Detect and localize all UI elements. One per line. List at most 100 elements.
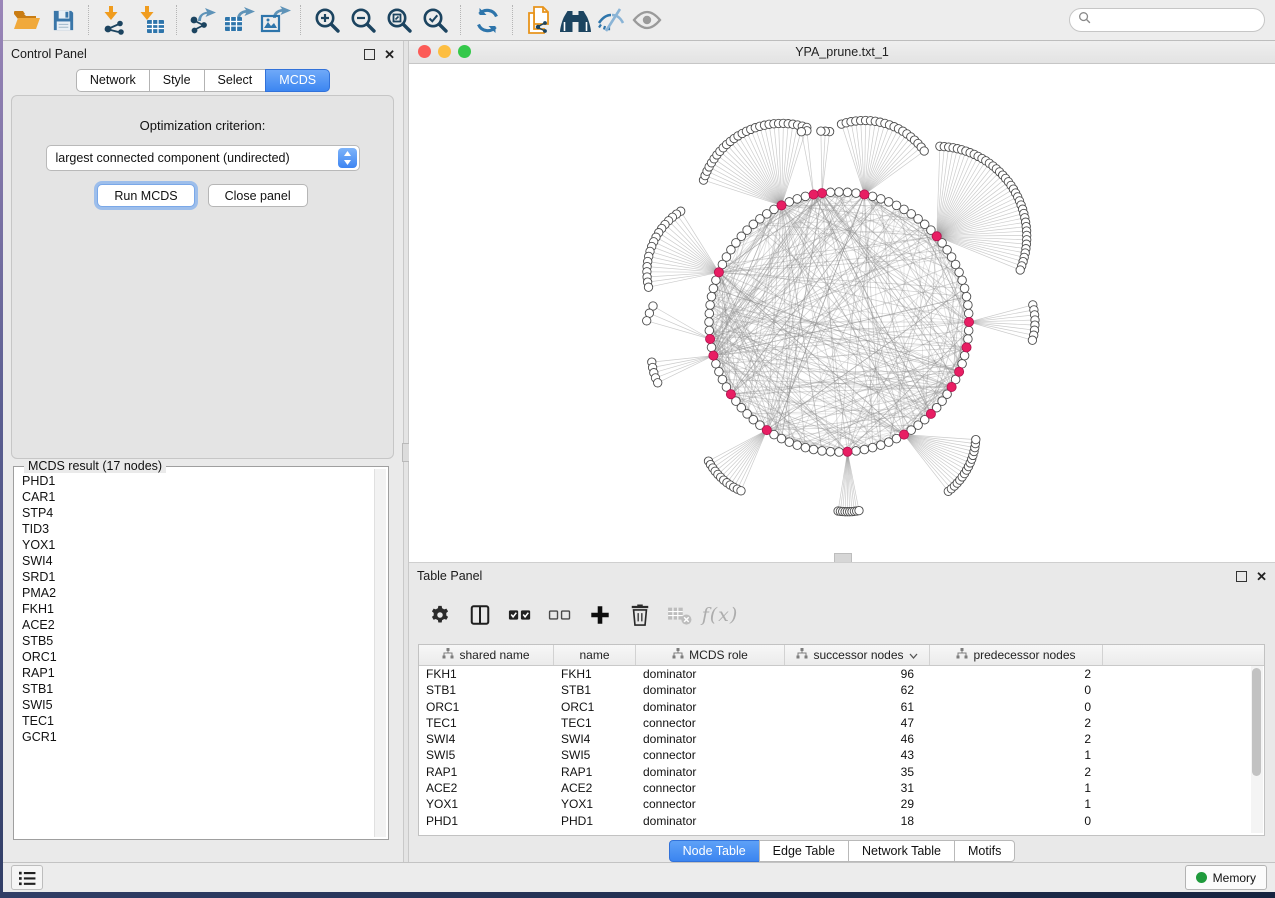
table-panel-float-icon[interactable] [1236,571,1247,582]
table-row[interactable]: FKH1FKH1dominator962 [419,666,1264,682]
table-row[interactable]: TEC1TEC1connector472 [419,715,1264,731]
mcds-result-item[interactable]: TEC1 [16,713,374,729]
mcds-result-item[interactable]: CAR1 [16,489,374,505]
mcds-result-item[interactable]: RAP1 [16,665,374,681]
mcds-result-item[interactable]: ACE2 [16,617,374,633]
tab-network-table[interactable]: Network Table [848,840,955,862]
table-row[interactable]: SWI5SWI5connector431 [419,747,1264,763]
export-table-icon[interactable] [221,3,257,37]
column-header-name[interactable]: name [554,645,636,665]
window-zoom-icon[interactable] [458,45,471,58]
cell-shared-name: STB1 [419,682,554,698]
cell-predecessor-nodes: 2 [930,731,1103,747]
refresh-icon[interactable] [469,3,505,37]
network-window-titlebar[interactable]: YPA_prune.txt_1 [409,41,1275,64]
mcds-result-item[interactable]: GCR1 [16,729,374,745]
tab-style[interactable]: Style [149,69,205,92]
tab-select[interactable]: Select [204,69,267,92]
window-close-icon[interactable] [418,45,431,58]
cell-MCDS-role: connector [636,780,785,796]
table-row[interactable]: STB1STB1dominator620 [419,682,1264,698]
search-input[interactable] [1096,12,1256,28]
cell-successor-nodes: 62 [785,682,930,698]
column-header-successor-nodes[interactable]: successor nodes [785,645,930,665]
deselect-all-icon[interactable] [547,601,573,629]
cell-name: TEC1 [554,715,636,731]
control-panel-float-icon[interactable] [364,49,375,60]
mcds-result-item[interactable]: PHD1 [16,473,374,489]
hide-eye-icon[interactable] [593,3,629,37]
window-minimize-icon[interactable] [438,45,451,58]
mcds-result-item[interactable]: STP4 [16,505,374,521]
mcds-result-list[interactable]: PHD1CAR1STP4TID3YOX1SWI4SRD1PMA2FKH1ACE2… [16,473,374,837]
table-row[interactable]: SWI4SWI4dominator462 [419,731,1264,747]
mcds-result-item[interactable]: TID3 [16,521,374,537]
run-mcds-button[interactable]: Run MCDS [97,184,194,207]
mcds-result-item[interactable]: SWI4 [16,553,374,569]
columns-icon[interactable] [467,601,493,629]
delete-table-icon[interactable] [667,601,693,629]
export-image-icon[interactable] [257,3,293,37]
eye-icon[interactable] [629,3,665,37]
mcds-result-group-title: MCDS result (17 nodes) [24,459,166,473]
cell-shared-name: ORC1 [419,699,554,715]
open-folder-icon[interactable] [9,3,45,37]
zoom-fit-icon[interactable] [381,3,417,37]
table-panel-close-icon[interactable]: ✕ [1256,570,1267,583]
main-area: Control Panel ✕ NetworkStyleSelectMCDS O… [3,41,1275,862]
mcds-result-item[interactable]: YOX1 [16,537,374,553]
function-icon[interactable]: f(x) [707,601,733,629]
table-scrollbar-thumb[interactable] [1252,668,1261,776]
binoculars-icon[interactable] [557,3,593,37]
status-bar: Memory [3,862,1275,892]
optimization-criterion-label: Optimization criterion: [12,118,393,133]
cell-predecessor-nodes: 2 [930,764,1103,780]
zoom-selected-icon[interactable] [417,3,453,37]
import-table-icon[interactable] [133,3,169,37]
tab-mcds[interactable]: MCDS [265,69,330,92]
delete-icon[interactable] [627,601,653,629]
copy-documents-icon[interactable] [521,3,557,37]
close-panel-button[interactable]: Close panel [208,184,308,207]
mcds-result-item[interactable]: STB5 [16,633,374,649]
table-row[interactable]: PHD1PHD1dominator180 [419,813,1264,829]
table-row[interactable]: ORC1ORC1dominator610 [419,699,1264,715]
mcds-result-item[interactable]: PMA2 [16,585,374,601]
task-history-button[interactable] [11,865,43,890]
column-header-shared-name[interactable]: shared name [419,645,554,665]
optimization-criterion-select[interactable]: largest connected component (undirected) [46,145,360,171]
tab-node-table[interactable]: Node Table [669,840,760,862]
column-header-MCDS-role[interactable]: MCDS role [636,645,785,665]
mcds-result-item[interactable]: STB1 [16,681,374,697]
mcds-result-scrollbar[interactable] [374,469,386,837]
zoom-in-icon[interactable] [309,3,345,37]
tab-network[interactable]: Network [76,69,150,92]
table-row[interactable]: RAP1RAP1dominator352 [419,764,1264,780]
cell-shared-name: SWI5 [419,747,554,763]
column-header-predecessor-nodes[interactable]: predecessor nodes [930,645,1103,665]
table-row[interactable]: YOX1YOX1connector291 [419,796,1264,812]
zoom-out-icon[interactable] [345,3,381,37]
network-canvas[interactable] [409,64,1275,562]
mcds-result-item[interactable]: SWI5 [16,697,374,713]
mcds-result-item[interactable]: FKH1 [16,601,374,617]
export-network-icon[interactable] [185,3,221,37]
memory-button[interactable]: Memory [1185,865,1267,890]
settings-gear-icon[interactable] [427,601,453,629]
search-field[interactable] [1069,8,1265,32]
tab-edge-table[interactable]: Edge Table [759,840,849,862]
table-tabs: Node TableEdge TableNetwork TableMotifs [409,840,1275,862]
cell-shared-name: RAP1 [419,764,554,780]
add-icon[interactable] [587,601,613,629]
cell-predecessor-nodes: 2 [930,666,1103,682]
table-scrollbar[interactable] [1251,666,1263,833]
cell-successor-nodes: 43 [785,747,930,763]
mcds-result-item[interactable]: ORC1 [16,649,374,665]
mcds-result-item[interactable]: SRD1 [16,569,374,585]
select-all-icon[interactable] [507,601,533,629]
tab-motifs[interactable]: Motifs [954,840,1015,862]
control-panel-close-icon[interactable]: ✕ [384,48,395,61]
table-row[interactable]: ACE2ACE2connector311 [419,780,1264,796]
save-icon[interactable] [45,3,81,37]
import-network-icon[interactable] [97,3,133,37]
